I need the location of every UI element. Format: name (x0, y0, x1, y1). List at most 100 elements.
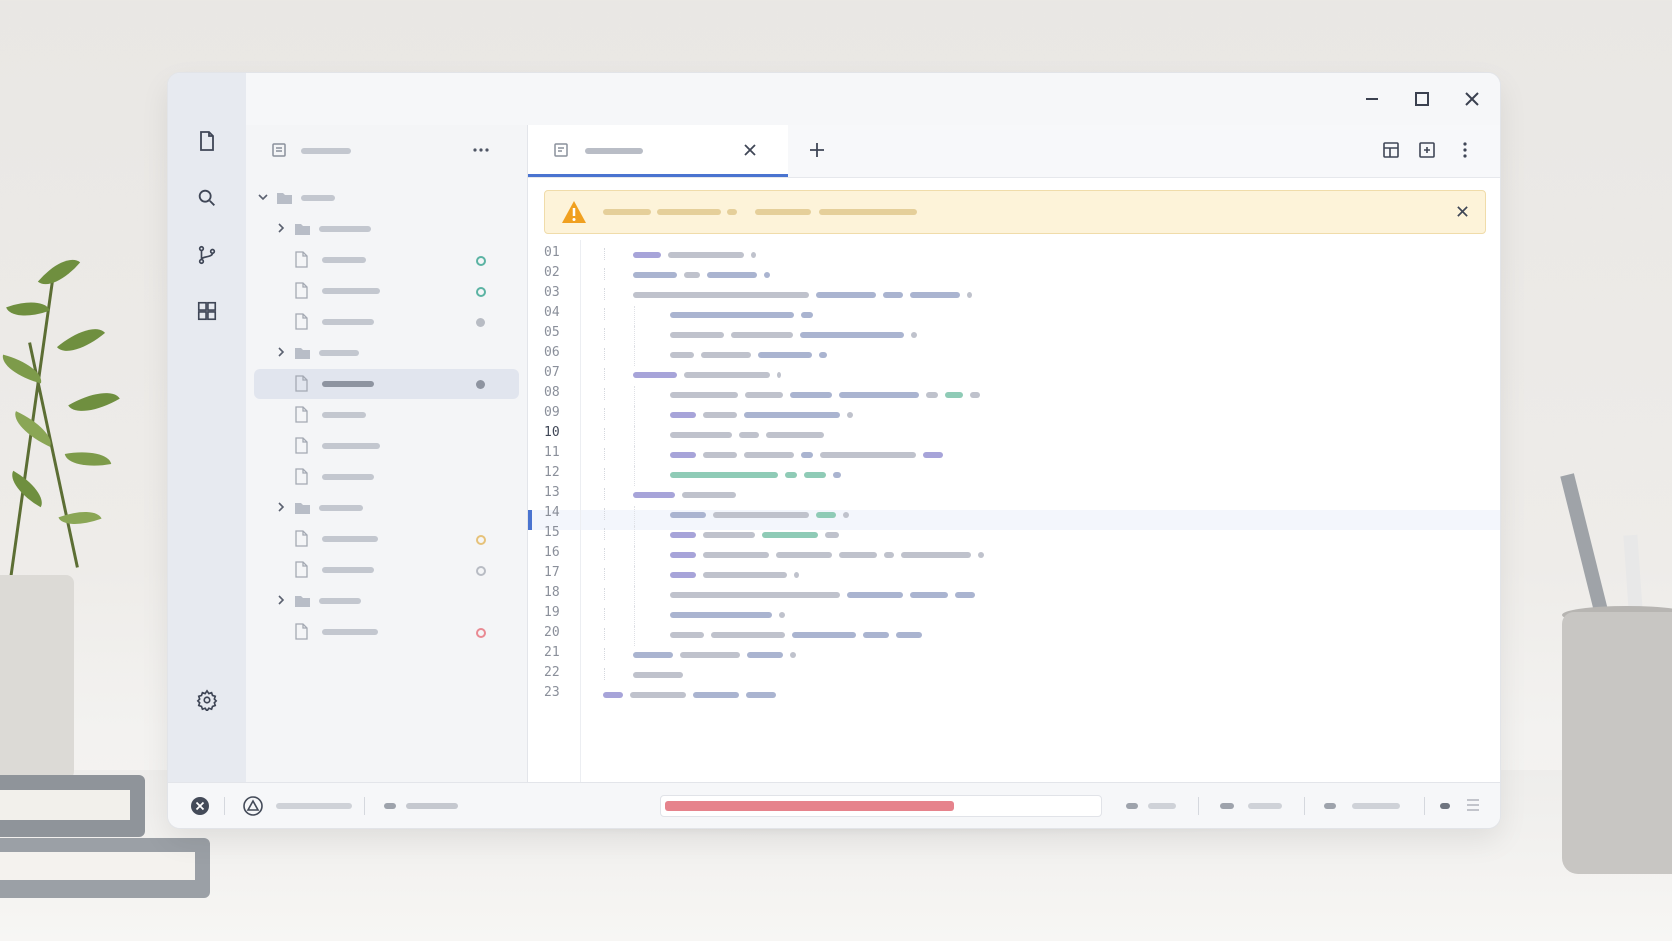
minimize-icon[interactable] (1358, 85, 1386, 113)
file-status-indicator (476, 380, 485, 389)
status-item-1[interactable] (1148, 803, 1176, 809)
indent-guide (634, 306, 636, 326)
line-number: 11 (544, 445, 560, 460)
code-token (790, 652, 796, 658)
folder-icon (294, 222, 310, 240)
file-icon (294, 313, 310, 331)
code-token (884, 552, 894, 558)
tree-folder[interactable] (254, 183, 519, 213)
more-vertical-icon[interactable] (1456, 141, 1474, 164)
code-token (670, 532, 696, 538)
indent-guide (604, 448, 606, 460)
status-item-4-icon[interactable] (1440, 803, 1450, 809)
chevron-right-icon[interactable] (275, 345, 289, 361)
code-token (794, 572, 799, 578)
banner-text-2 (657, 209, 721, 215)
indent-guide (634, 566, 636, 586)
more-horizontal-icon[interactable] (471, 140, 491, 165)
tree-item-label (301, 195, 335, 201)
folder-icon (276, 191, 292, 209)
tree-file[interactable] (254, 400, 519, 430)
status-item-2[interactable] (1248, 803, 1282, 809)
layout-icon[interactable] (1382, 141, 1400, 164)
indent-guide (634, 406, 636, 426)
file-icon (294, 623, 310, 641)
indent-guide (604, 388, 606, 400)
code-token (670, 432, 732, 438)
status-item-3[interactable] (1352, 803, 1400, 809)
error-circle-icon[interactable] (190, 796, 210, 821)
indent-guide (634, 626, 636, 646)
chevron-down-icon[interactable] (257, 190, 271, 206)
tree-item-label (322, 567, 374, 573)
maximize-icon[interactable] (1408, 85, 1436, 113)
code-token (800, 332, 904, 338)
progress-bar (660, 795, 1102, 817)
file-explorer (246, 125, 528, 783)
settings-icon[interactable] (187, 680, 227, 720)
code-token (633, 672, 683, 678)
source-control-icon[interactable] (187, 235, 227, 275)
indent-guide (604, 568, 606, 580)
chevron-right-icon[interactable] (275, 500, 289, 516)
code-token (839, 392, 919, 398)
files-icon[interactable] (187, 121, 227, 161)
code-token (703, 572, 787, 578)
code-token (703, 412, 737, 418)
warning-icon (561, 200, 587, 229)
indent-guide (634, 526, 636, 546)
line-number: 15 (544, 525, 560, 540)
search-icon[interactable] (187, 178, 227, 218)
tree-file[interactable] (254, 524, 519, 554)
editor-tab-active[interactable] (528, 125, 788, 177)
editor-window: 01 02 03 04 05 06 07 08 09 10 11 12 13 14 15 16 17 18 19 20… (168, 73, 1500, 828)
line-number: 18 (544, 585, 560, 600)
tree-file[interactable] (254, 307, 519, 337)
code-token (779, 612, 785, 618)
title-bar (246, 73, 1500, 126)
code-token (745, 392, 783, 398)
tree-file[interactable] (254, 617, 519, 647)
code-token (776, 552, 832, 558)
progress-fill (665, 801, 955, 811)
tree-file[interactable] (254, 555, 519, 585)
code-token (670, 312, 794, 318)
tree-file[interactable] (254, 369, 519, 399)
tree-folder[interactable] (254, 214, 519, 244)
status-text-problems (276, 803, 352, 809)
file-tab-icon (553, 142, 569, 163)
banner-close-icon[interactable] (1456, 205, 1469, 223)
code-token (863, 632, 889, 638)
tree-file[interactable] (254, 462, 519, 492)
tree-folder[interactable] (254, 493, 519, 523)
extensions-icon[interactable] (187, 291, 227, 331)
status-text-branch-icon (384, 803, 396, 809)
line-number: 20 (544, 625, 560, 640)
tree-file[interactable] (254, 431, 519, 461)
code-token (896, 632, 922, 638)
close-icon[interactable] (1458, 85, 1486, 113)
tree-folder[interactable] (254, 586, 519, 616)
code-token (713, 512, 809, 518)
code-token (680, 652, 740, 658)
chevron-right-icon[interactable] (275, 593, 289, 609)
indent-guide (604, 408, 606, 420)
split-editor-icon[interactable] (1418, 141, 1436, 164)
code-token (670, 412, 696, 418)
notifications-icon[interactable] (1466, 797, 1480, 818)
banner-text-5 (819, 209, 917, 215)
indent-guide (604, 248, 606, 260)
tree-item-label (319, 226, 371, 232)
plus-icon[interactable] (808, 141, 826, 164)
tree-item-label (322, 474, 374, 480)
status-separator (1304, 797, 1305, 815)
warning-triangle-icon[interactable] (243, 796, 263, 821)
tree-file[interactable] (254, 245, 519, 275)
code-token (747, 652, 783, 658)
folder-icon (294, 594, 310, 612)
warning-banner (544, 190, 1486, 234)
tab-close-icon[interactable] (743, 143, 757, 162)
chevron-right-icon[interactable] (275, 221, 289, 237)
tree-folder[interactable] (254, 338, 519, 368)
tree-file[interactable] (254, 276, 519, 306)
